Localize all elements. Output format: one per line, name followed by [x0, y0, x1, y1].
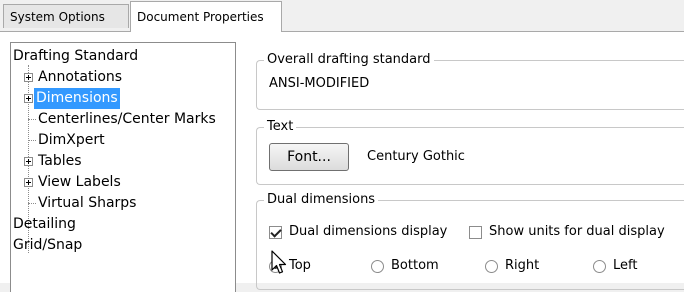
tree-item-dimxpert[interactable]: DimXpert — [11, 130, 235, 151]
tree-item-label: Drafting Standard — [13, 48, 139, 64]
tree-item-tables[interactable]: Tables — [11, 151, 235, 172]
radio-bottom[interactable] — [371, 260, 384, 273]
tree-item-label: Virtual Sharps — [38, 195, 137, 211]
dual-dimensions-checkbox[interactable] — [269, 226, 282, 239]
show-units-checkbox[interactable] — [469, 226, 482, 239]
tree-item-virtual-sharps[interactable]: Virtual Sharps — [11, 193, 235, 214]
group-title: Dual dimensions — [264, 192, 379, 207]
tree-item-dimensions[interactable]: Dimensions — [11, 88, 235, 109]
radio-left[interactable] — [593, 260, 606, 273]
radio-top-label: Top — [289, 258, 311, 273]
group-title: Text — [264, 119, 297, 134]
tree-item-annotations[interactable]: Annotations — [11, 67, 235, 88]
tab-system-options[interactable]: System Options — [3, 4, 129, 28]
expand-icon[interactable] — [24, 157, 33, 166]
options-tree: Drafting Standard Annotations Dimensions… — [10, 42, 236, 292]
mouse-pointer-icon — [271, 250, 287, 274]
tree-item-label: DimXpert — [38, 132, 105, 148]
tree-branch-line — [28, 140, 36, 141]
radio-right-label: Right — [505, 258, 540, 273]
tree-item-grid-snap[interactable]: Grid/Snap — [11, 235, 84, 256]
tab-document-properties[interactable]: Document Properties — [130, 1, 282, 32]
tree-item-label: Detailing — [13, 216, 76, 232]
show-units-label: Show units for dual display — [489, 224, 665, 239]
dual-dimensions-label: Dual dimensions display — [289, 224, 448, 239]
text-group: Text Font... Century Gothic — [256, 119, 684, 185]
tree-item-label: Centerlines/Center Marks — [38, 111, 216, 127]
tree-item-drafting-standard[interactable]: Drafting Standard — [11, 46, 140, 67]
tree-item-view-labels[interactable]: View Labels — [11, 172, 235, 193]
tree-item-centerlines[interactable]: Centerlines/Center Marks — [11, 109, 235, 130]
tree-item-label: Annotations — [38, 69, 123, 85]
font-name: Century Gothic — [367, 149, 465, 164]
drafting-standard-value: ANSI-MODIFIED — [269, 76, 370, 91]
tree-item-label: View Labels — [38, 174, 121, 190]
tree-branch-line — [28, 119, 36, 120]
radio-left-label: Left — [613, 258, 638, 273]
properties-panel: Drafting Standard Annotations Dimensions… — [0, 32, 684, 292]
tree-item-label: Tables — [38, 153, 82, 169]
tab-bar: System Options Document Properties — [0, 0, 684, 32]
group-title: Overall drafting standard — [264, 52, 434, 67]
radio-bottom-label: Bottom — [391, 258, 439, 273]
tree-branch-line — [28, 203, 36, 204]
tree-item-label: Grid/Snap — [13, 237, 83, 253]
radio-right[interactable] — [485, 260, 498, 273]
expand-icon[interactable] — [24, 94, 33, 103]
expand-icon[interactable] — [24, 73, 33, 82]
font-button[interactable]: Font... — [269, 143, 349, 171]
tree-item-detailing[interactable]: Detailing — [11, 214, 78, 235]
overall-standard-group: Overall drafting standard ANSI-MODIFIED — [256, 52, 684, 110]
expand-icon[interactable] — [24, 178, 33, 187]
dual-dimensions-group: Dual dimensions Dual dimensions display … — [256, 192, 684, 290]
tree-item-label: Dimensions — [34, 88, 120, 109]
